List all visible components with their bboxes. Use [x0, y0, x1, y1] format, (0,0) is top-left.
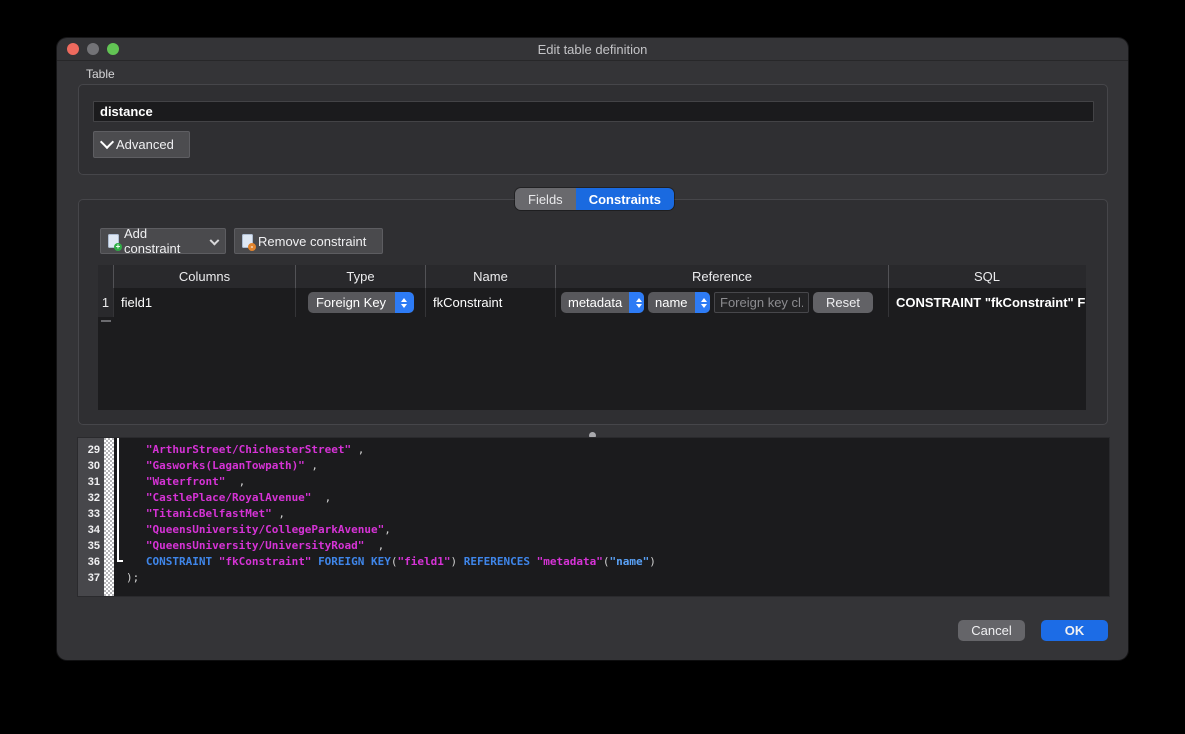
popup-stepper-icon: [629, 292, 644, 313]
remove-constraint-button[interactable]: Remove constraint: [234, 228, 383, 254]
cell-reference: metadata name Reset: [556, 288, 889, 317]
header-row-number: [98, 265, 114, 288]
constraint-row[interactable]: 1 field1 Foreign Key fkConstraint metada…: [98, 288, 1086, 317]
constraints-panel: Add constraint Remove constraint Columns…: [78, 199, 1108, 425]
editor-line[interactable]: );: [126, 570, 1107, 586]
line-number: 37: [87, 572, 100, 584]
advanced-label: Advanced: [116, 137, 174, 152]
cell-name[interactable]: fkConstraint: [426, 288, 556, 317]
cell-sql: CONSTRAINT "fkConstraint" FO: [896, 295, 1085, 310]
line-number: 35: [87, 540, 100, 552]
editor-line[interactable]: "Gasworks(LaganTowpath)" ,: [126, 458, 1107, 474]
tab-bar: Fields Constraints: [515, 188, 674, 210]
ok-button[interactable]: OK: [1041, 620, 1108, 641]
remove-constraint-icon: [242, 234, 256, 251]
editor-line[interactable]: CONSTRAINT "fkConstraint" FOREIGN KEY("f…: [126, 554, 1107, 570]
reference-column-popup[interactable]: name: [648, 292, 710, 313]
fk-clause-input[interactable]: [714, 292, 809, 313]
titlebar[interactable]: Edit table definition: [57, 38, 1128, 61]
line-number: 34: [87, 524, 100, 536]
type-popup[interactable]: Foreign Key: [307, 292, 414, 313]
add-constraint-icon: [108, 234, 122, 251]
editor-line[interactable]: "QueensUniversity/CollegeParkAvenue",: [126, 522, 1107, 538]
reset-button[interactable]: Reset: [813, 292, 873, 313]
editor-line[interactable]: "Waterfront" ,: [126, 474, 1107, 490]
reference-table-value: metadata: [568, 295, 623, 310]
header-reference[interactable]: Reference: [556, 265, 889, 288]
line-number-gutter: 29 30 31 32 33 34 35 36 37: [78, 438, 104, 596]
add-constraint-button[interactable]: Add constraint: [100, 226, 226, 256]
add-constraint-label: Add constraint: [124, 226, 181, 256]
plus-badge-icon: [114, 243, 122, 251]
minus-badge-icon: [248, 243, 256, 251]
row-number: 1: [98, 288, 114, 317]
line-number: 31: [87, 476, 100, 488]
header-columns[interactable]: Columns: [114, 265, 296, 288]
next-row-stub: [101, 320, 111, 322]
editor-line[interactable]: "CastlePlace/RoyalAvenue" ,: [126, 490, 1107, 506]
type-popup-value: Foreign Key: [315, 295, 387, 310]
reference-column-value: name: [655, 295, 688, 310]
line-number: 32: [87, 492, 100, 504]
editor-line[interactable]: "TitanicBelfastMet" ,: [126, 506, 1107, 522]
window-title: Edit table definition: [537, 42, 648, 57]
cell-columns[interactable]: field1: [114, 288, 296, 317]
editor-line[interactable]: "ArthurStreet/ChichesterStreet" ,: [126, 442, 1107, 458]
line-number: 36: [87, 556, 100, 568]
popup-stepper-icon: [394, 292, 414, 313]
advanced-toggle-button[interactable]: Advanced: [93, 131, 190, 158]
line-number: 33: [87, 508, 100, 520]
remove-constraint-label: Remove constraint: [258, 233, 367, 249]
fold-indicator: [117, 438, 123, 562]
table-group: Advanced: [78, 84, 1108, 175]
code-area[interactable]: "ArthurStreet/ChichesterStreet" , "Gaswo…: [126, 442, 1107, 586]
chevron-down-icon: [99, 134, 115, 150]
tab-fields[interactable]: Fields: [515, 188, 576, 210]
table-name-input[interactable]: [93, 101, 1094, 122]
cell-type: Foreign Key: [296, 288, 426, 317]
reference-table-popup[interactable]: metadata: [561, 292, 644, 313]
tab-constraints[interactable]: Constraints: [575, 188, 674, 210]
table-group-label: Table: [86, 67, 115, 81]
sql-editor[interactable]: 29 30 31 32 33 34 35 36 37 "ArthurStreet/Chiches…: [77, 437, 1110, 597]
constraints-table: Columns Type Name Reference SQL 1 field1…: [98, 265, 1086, 410]
popup-stepper-icon: [694, 292, 710, 313]
line-number: 30: [87, 460, 100, 472]
cancel-button[interactable]: Cancel: [958, 620, 1025, 641]
constraints-table-header: Columns Type Name Reference SQL: [98, 265, 1086, 288]
editor-line[interactable]: "QueensUniversity/UniversityRoad" ,: [126, 538, 1107, 554]
desktop-background: Edit table definition Table Advanced Fie…: [0, 0, 1185, 734]
chevron-down-icon: [209, 235, 220, 245]
header-sql[interactable]: SQL: [889, 265, 1085, 288]
editor-change-margin: [104, 438, 114, 596]
line-number: 29: [87, 444, 100, 456]
header-name[interactable]: Name: [426, 265, 556, 288]
header-type[interactable]: Type: [296, 265, 426, 288]
edit-table-definition-dialog: Edit table definition Table Advanced Fie…: [57, 38, 1128, 660]
